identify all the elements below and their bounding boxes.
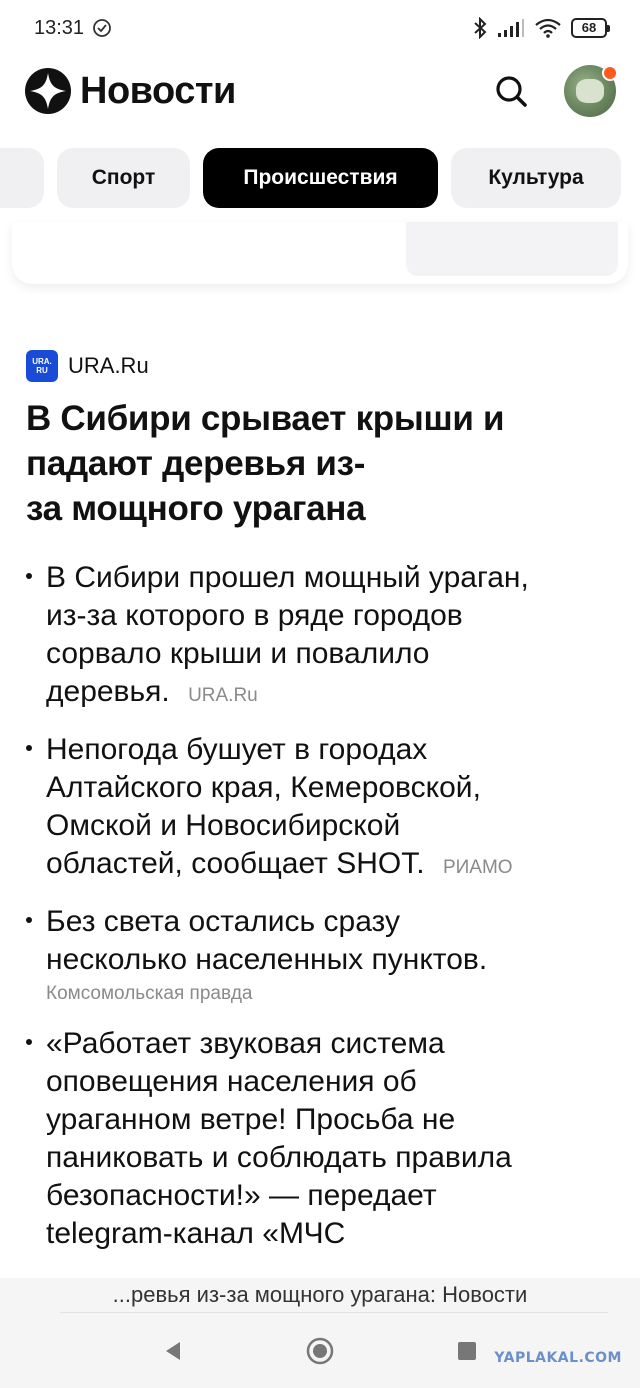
- source-logo: URA. RU: [26, 350, 58, 382]
- tab-previous[interactable]: [0, 148, 44, 208]
- source-name: URA.Ru: [68, 353, 149, 378]
- bullet-source-link[interactable]: URA.Ru: [188, 685, 258, 706]
- bullet-source-link[interactable]: Комсомольская правда: [46, 979, 616, 1009]
- notification-dot: [602, 65, 618, 81]
- summary-item: В Сибири прошел мощный ураган, из-за кот…: [26, 559, 616, 715]
- status-bar: 13:31 68: [0, 0, 640, 56]
- check-circle-icon: [93, 19, 111, 37]
- battery-level: 68: [571, 18, 607, 38]
- tab-incidents[interactable]: Происшествия: [203, 148, 438, 208]
- summary-item: «Работает звуковая система оповещения на…: [26, 1025, 616, 1253]
- article-headline: В Сибири срывает крыши и падают деревья …: [26, 399, 505, 528]
- category-tabs: Спорт Происшествия Культура: [0, 148, 640, 210]
- bullet-source-link[interactable]: РИАМО: [443, 857, 513, 878]
- article-source[interactable]: URA. RU URA.Ru: [26, 350, 616, 382]
- avatar[interactable]: [564, 65, 618, 117]
- summary-item: Без света остались сразу несколько насел…: [26, 903, 616, 1009]
- brand[interactable]: Новости: [24, 67, 236, 115]
- battery-indicator: 68: [571, 18, 610, 38]
- watermark: YAPLAKAL.COM: [494, 1350, 622, 1366]
- signal-icon: [498, 19, 524, 37]
- bluetooth-icon: [474, 17, 487, 39]
- recent-apps-button[interactable]: [452, 1336, 482, 1366]
- news-logo-icon: [25, 68, 71, 114]
- summary-list: В Сибири прошел мощный ураган, из-за кот…: [26, 559, 616, 1253]
- wifi-icon: [535, 18, 561, 38]
- app-title: Новости: [80, 69, 236, 112]
- previous-card[interactable]: [12, 222, 628, 284]
- recent-square-icon: [458, 1342, 476, 1360]
- home-circle-icon: [306, 1337, 334, 1365]
- back-triangle-icon: [166, 1342, 180, 1360]
- bottom-bar: ...ревья из-за мощного урагана: Новости …: [0, 1278, 640, 1388]
- summary-item: Непогода бушует в городах Алтайского кра…: [26, 731, 616, 887]
- article: URA. RU URA.Ru В Сибири срывает крыши и …: [26, 350, 616, 1269]
- tab-culture[interactable]: Культура: [451, 148, 621, 208]
- tab-sport[interactable]: Спорт: [57, 148, 190, 208]
- previous-card-thumbnail: [406, 222, 618, 276]
- back-button[interactable]: [158, 1336, 188, 1366]
- search-icon[interactable]: [494, 74, 528, 108]
- app-header: Новости: [0, 56, 640, 126]
- home-button[interactable]: [305, 1336, 335, 1366]
- status-time: 13:31: [34, 16, 85, 39]
- page-address[interactable]: ...ревья из-за мощного урагана: Новости: [0, 1278, 640, 1312]
